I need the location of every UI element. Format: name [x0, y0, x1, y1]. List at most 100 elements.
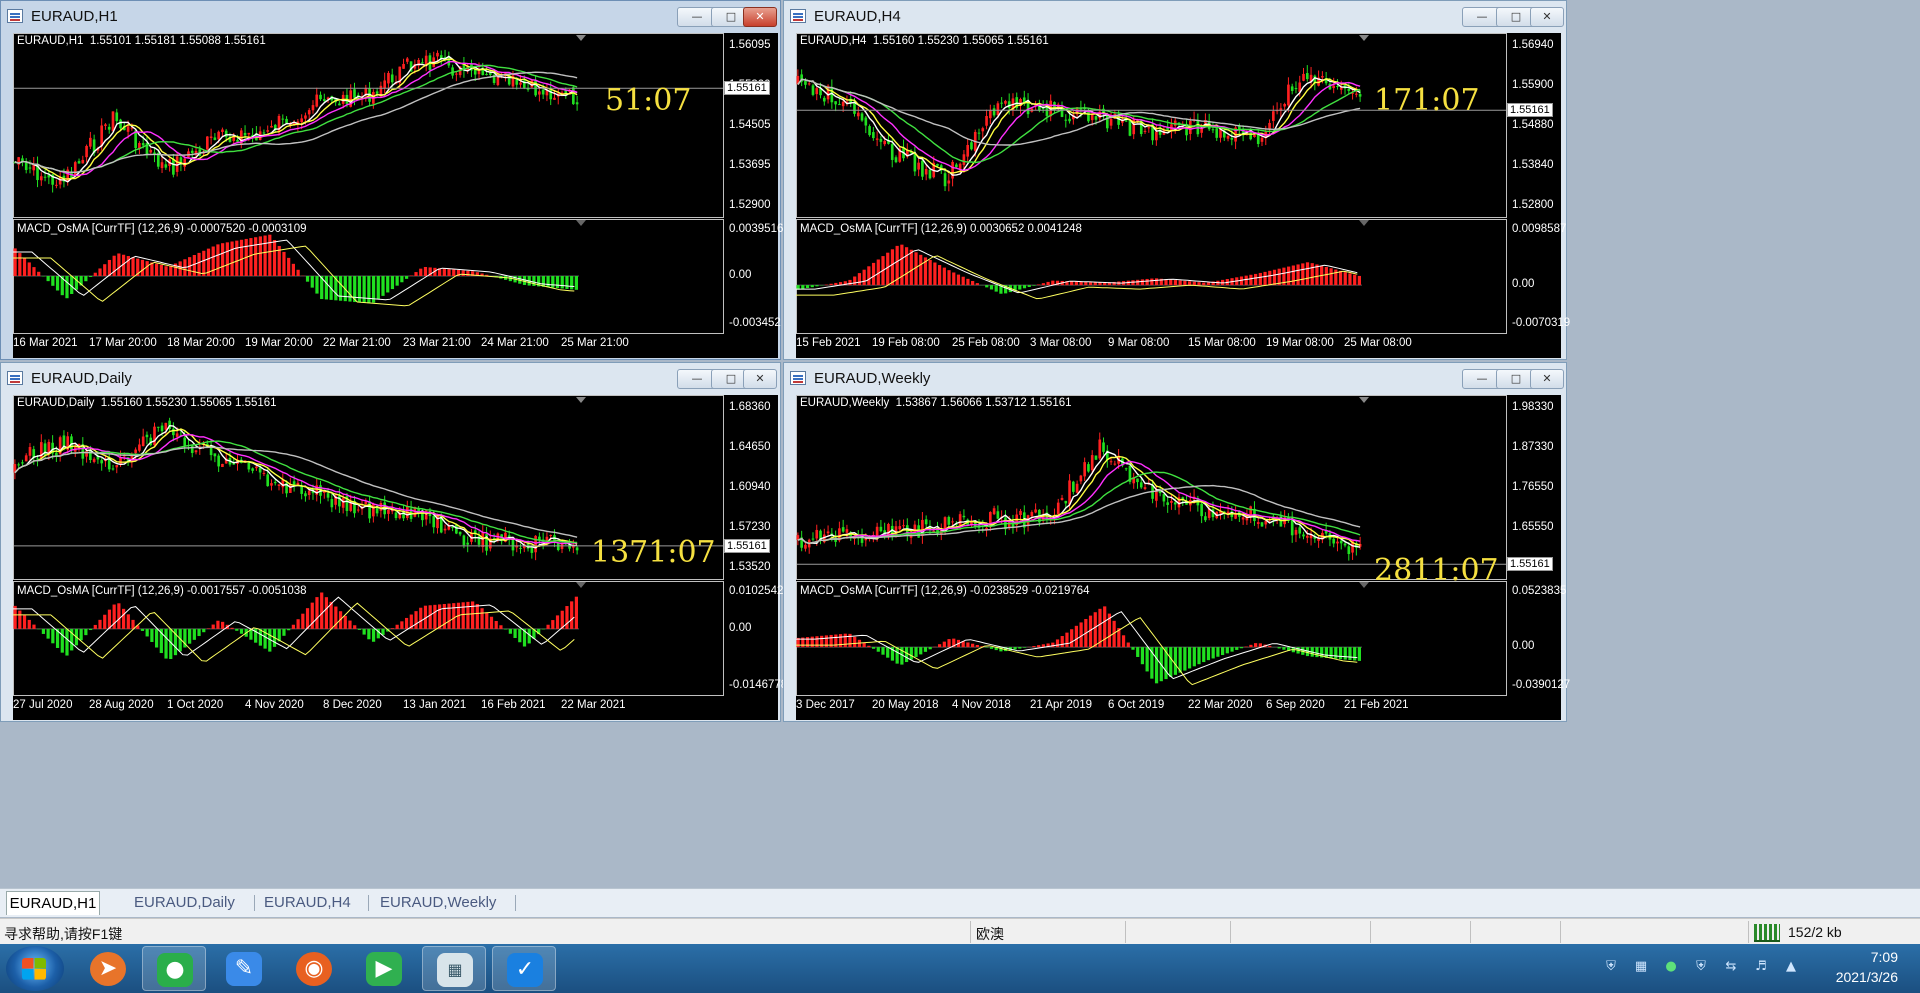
histogram-bar — [1268, 270, 1272, 286]
candle-body — [534, 535, 537, 553]
histogram-bar — [1343, 647, 1347, 660]
histogram-bar — [1150, 278, 1154, 286]
candle-body — [1305, 535, 1309, 538]
candle-body — [481, 532, 485, 548]
chart-canvas[interactable]: EURAUD,Daily 1.55160 1.55230 1.55065 1.5… — [13, 395, 787, 720]
histogram-bar — [188, 628, 192, 644]
tray-guard-icon[interactable]: ⛨ — [1692, 959, 1710, 977]
tab-separator — [254, 895, 255, 911]
candle-body — [913, 153, 917, 172]
tab-euraud-h1[interactable]: EURAUD,H1 — [6, 891, 100, 915]
histogram-bar — [98, 619, 102, 629]
tray-signal-icon[interactable]: ▲ — [1782, 959, 1800, 977]
price-tick-label: 1.76550 — [1512, 481, 1554, 493]
candle-body — [1302, 73, 1305, 81]
taskbar-app[interactable]: ● — [142, 946, 206, 991]
candle-body — [1083, 462, 1086, 477]
histogram-bar — [862, 642, 866, 648]
candle-body — [394, 512, 398, 519]
histogram-bar — [499, 625, 503, 629]
moving-average-line — [14, 55, 578, 183]
chart-window-icon — [7, 371, 23, 385]
window-titlebar[interactable]: EURAUD,H4 — □ ✕ — [784, 1, 1566, 31]
histogram-bar — [1093, 282, 1097, 286]
tray-wechat-icon[interactable]: ● — [1662, 959, 1680, 977]
candle-body — [43, 176, 47, 178]
histogram-bar — [93, 272, 97, 276]
histogram-bar — [202, 250, 206, 276]
histogram-bar — [938, 265, 942, 286]
histogram-bar — [216, 244, 220, 276]
window-title: EURAUD,Weekly — [814, 370, 931, 387]
histogram-bar — [1070, 629, 1074, 648]
window-titlebar[interactable]: EURAUD,Weekly — □ ✕ — [784, 363, 1566, 393]
tab-euraud-weekly[interactable]: EURAUD,Weekly — [380, 891, 496, 914]
taskbar-app[interactable]: ➤ — [76, 946, 140, 991]
histogram-bar — [239, 628, 244, 634]
candle-body — [538, 91, 541, 95]
status-profile[interactable]: 欧澳 — [976, 924, 1004, 944]
taskbar-app[interactable]: ◉ — [282, 946, 346, 991]
histogram-bar — [985, 285, 989, 288]
window-titlebar[interactable]: EURAUD,Daily — □ ✕ — [1, 363, 780, 393]
tray-shield-icon[interactable]: ⛨ — [1602, 959, 1620, 977]
time-tick-label: 21 Apr 2019 — [1030, 699, 1093, 711]
candle-body — [458, 531, 462, 535]
candle-body — [107, 126, 111, 130]
histogram-bar — [84, 628, 88, 636]
chart-window-h4[interactable]: EURAUD,H4 — □ ✕ EURAUD,H4 1.55160 1.5523… — [783, 0, 1570, 360]
histogram-bar — [414, 611, 418, 629]
taskbar-app[interactable]: ▶ — [352, 946, 416, 991]
chart-canvas[interactable]: EURAUD,H1 1.55101 1.55181 1.55088 1.5516… — [13, 33, 783, 358]
candle-body — [1332, 85, 1336, 89]
tray-network-icon[interactable]: ⇆ — [1722, 959, 1740, 977]
osc-tick-label: -0.0390127 — [1512, 679, 1571, 691]
chart-svg — [796, 33, 1507, 334]
taskbar-app-metatrader[interactable]: ▦ — [422, 946, 486, 991]
close-button[interactable]: ✕ — [1530, 369, 1564, 389]
tray-app-icon[interactable]: ▦ — [1632, 959, 1650, 977]
histogram-bar — [447, 269, 451, 276]
candle-body — [111, 468, 115, 470]
histogram-bar — [942, 641, 946, 648]
close-button[interactable]: ✕ — [1530, 7, 1564, 27]
histogram-bar — [1070, 281, 1074, 286]
histogram-bar — [555, 615, 560, 629]
window-titlebar[interactable]: EURAUD,H1 — □ ✕ — [1, 1, 780, 31]
tab-separator — [368, 895, 369, 911]
close-button[interactable]: ✕ — [743, 369, 777, 389]
tray-volume-icon[interactable]: ♬ — [1752, 959, 1770, 977]
time-tick-label: 20 May 2018 — [872, 699, 939, 711]
system-clock[interactable]: 7:09 2021/3/26 — [1836, 947, 1898, 987]
histogram-bar — [1216, 647, 1220, 657]
histogram-bar — [1046, 281, 1050, 286]
tab-euraud-daily[interactable]: EURAUD,Daily — [134, 891, 235, 914]
candle-body — [322, 99, 326, 101]
osc-shift-marker — [1359, 582, 1369, 588]
histogram-bar — [225, 242, 229, 276]
histogram-bar — [900, 244, 904, 286]
close-button[interactable]: ✕ — [743, 7, 777, 27]
taskbar-app[interactable]: ✓ — [492, 946, 556, 991]
candle-body — [826, 531, 830, 534]
histogram-bar — [570, 276, 574, 290]
chart-window-daily[interactable]: EURAUD,Daily — □ ✕ EURAUD,Daily 1.55160 … — [0, 362, 787, 722]
histogram-bar — [1079, 281, 1083, 286]
histogram-bar — [343, 615, 347, 629]
chart-canvas[interactable]: EURAUD,H4 1.55160 1.55230 1.55065 1.5516… — [796, 33, 1570, 358]
histogram-bar — [1249, 274, 1253, 286]
candle-body — [402, 63, 405, 69]
chart-shift-marker — [576, 35, 586, 41]
taskbar-app[interactable]: ✎ — [212, 946, 276, 991]
histogram-bar — [843, 633, 847, 648]
chart-window-h1[interactable]: EURAUD,H1 — □ ✕ EURAUD,H1 1.55101 1.5518… — [0, 0, 783, 360]
chart-canvas[interactable]: EURAUD,Weekly 1.53867 1.56066 1.53712 1.… — [796, 395, 1570, 720]
candle-body — [421, 62, 424, 64]
chart-window-weekly[interactable]: EURAUD,Weekly — □ ✕ EURAUD,Weekly 1.5386… — [783, 362, 1570, 722]
candle-body — [390, 74, 394, 83]
osc-tick-label: -0.0070319 — [1512, 317, 1571, 329]
tab-euraud-h4[interactable]: EURAUD,H4 — [264, 891, 351, 914]
histogram-bar — [1258, 272, 1262, 286]
candle-body — [85, 145, 88, 158]
histogram-bar — [452, 269, 456, 276]
